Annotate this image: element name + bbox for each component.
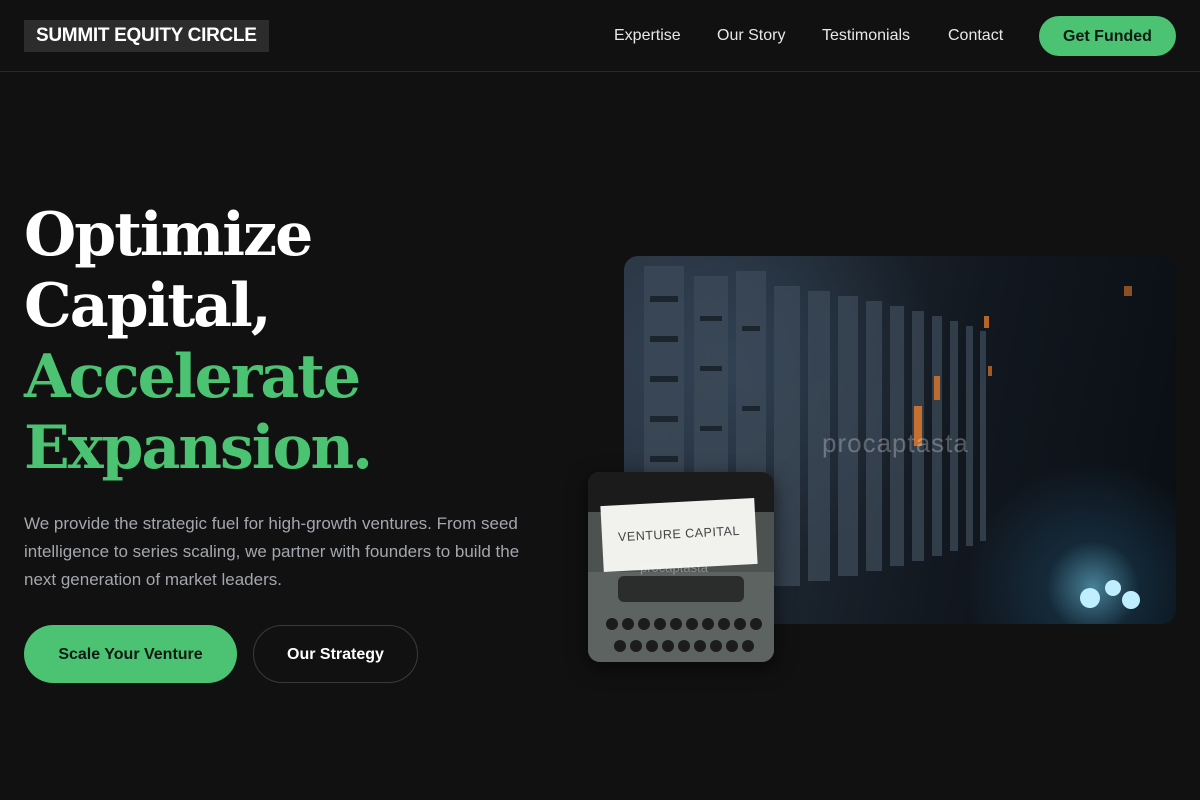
get-funded-button[interactable]: Get Funded	[1039, 16, 1176, 56]
top-navigation: SUMMIT EQUITY CIRCLE Expertise Our Story…	[0, 0, 1200, 72]
scale-your-venture-button[interactable]: Scale Your Venture	[24, 625, 237, 683]
headline-accent-line-2: Expansion.	[24, 413, 373, 483]
image-watermark: procaptasta	[822, 428, 969, 458]
nav-link-our-story[interactable]: Our Story	[717, 26, 785, 46]
nav-link-testimonials[interactable]: Testimonials	[822, 26, 910, 46]
nav-link-expertise[interactable]: Expertise	[614, 26, 681, 46]
our-strategy-button[interactable]: Our Strategy	[253, 625, 418, 683]
hero-headline: Optimize Capital, Accelerate Expansion.	[24, 200, 373, 484]
headline-line-1: Optimize	[24, 200, 313, 270]
brand-logo[interactable]: SUMMIT EQUITY CIRCLE	[24, 20, 269, 52]
headline-line-2: Capital,	[24, 271, 272, 341]
image-watermark-small: procaptasta	[640, 560, 708, 575]
nav-link-contact[interactable]: Contact	[948, 26, 1003, 46]
hero-subtitle: We provide the strategic fuel for high-g…	[24, 514, 520, 589]
headline-accent-line-1: Accelerate	[24, 342, 361, 412]
typewriter-image: VENTURE CAPITAL procaptasta	[588, 472, 774, 662]
